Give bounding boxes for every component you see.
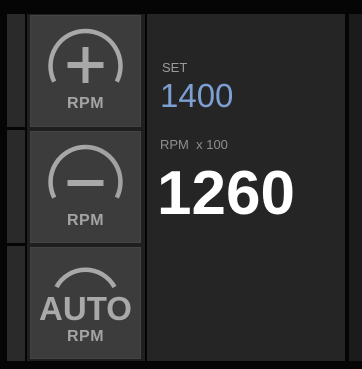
increase-rpm-label: RPM xyxy=(66,95,105,112)
set-rpm-value: 1400 xyxy=(160,77,234,114)
decrease-rpm-button[interactable]: RPM xyxy=(30,131,141,243)
increase-rpm-button[interactable]: RPM xyxy=(30,15,141,127)
divider xyxy=(7,127,25,130)
rpm-units-label: RPM x 100 xyxy=(160,137,228,152)
adjacent-panel-strip xyxy=(7,14,25,361)
auto-rpm-button[interactable]: AUTO RPM xyxy=(30,247,141,359)
right-edge-strip xyxy=(349,14,362,361)
set-label: SET xyxy=(162,60,188,75)
divider xyxy=(7,243,25,246)
auto-rpm-label: RPM xyxy=(66,328,105,345)
current-rpm-value: 1260 xyxy=(157,159,295,228)
decrease-rpm-label: RPM xyxy=(66,212,105,229)
auto-rpm-text: AUTO xyxy=(39,290,132,327)
